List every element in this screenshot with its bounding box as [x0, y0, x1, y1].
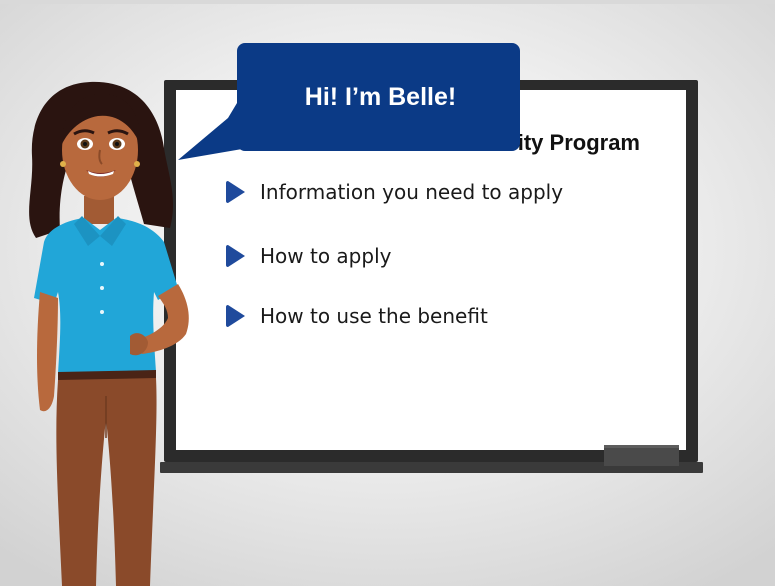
bullet-label: Information you need to apply	[260, 180, 564, 204]
bullet-label: How to apply	[260, 244, 392, 268]
top-divider	[0, 0, 775, 4]
speech-bubble: Hi! I’m Belle!	[237, 43, 520, 151]
bullet-item-info: Information you need to apply	[226, 180, 563, 204]
play-arrow-icon	[226, 245, 245, 267]
bullet-label: How to use the benefit	[260, 304, 488, 328]
slide-stage: Affordable Connectivity Program Informat…	[0, 0, 775, 586]
bullet-item-how-to-apply: How to apply	[226, 244, 391, 268]
play-arrow-icon	[226, 305, 245, 327]
eraser-icon	[604, 445, 679, 466]
speech-bubble-text: Hi! I’m Belle!	[304, 82, 457, 111]
play-arrow-icon	[226, 181, 245, 203]
bullet-item-use-benefit: How to use the benefit	[226, 304, 488, 328]
presenter-character	[29, 81, 189, 586]
